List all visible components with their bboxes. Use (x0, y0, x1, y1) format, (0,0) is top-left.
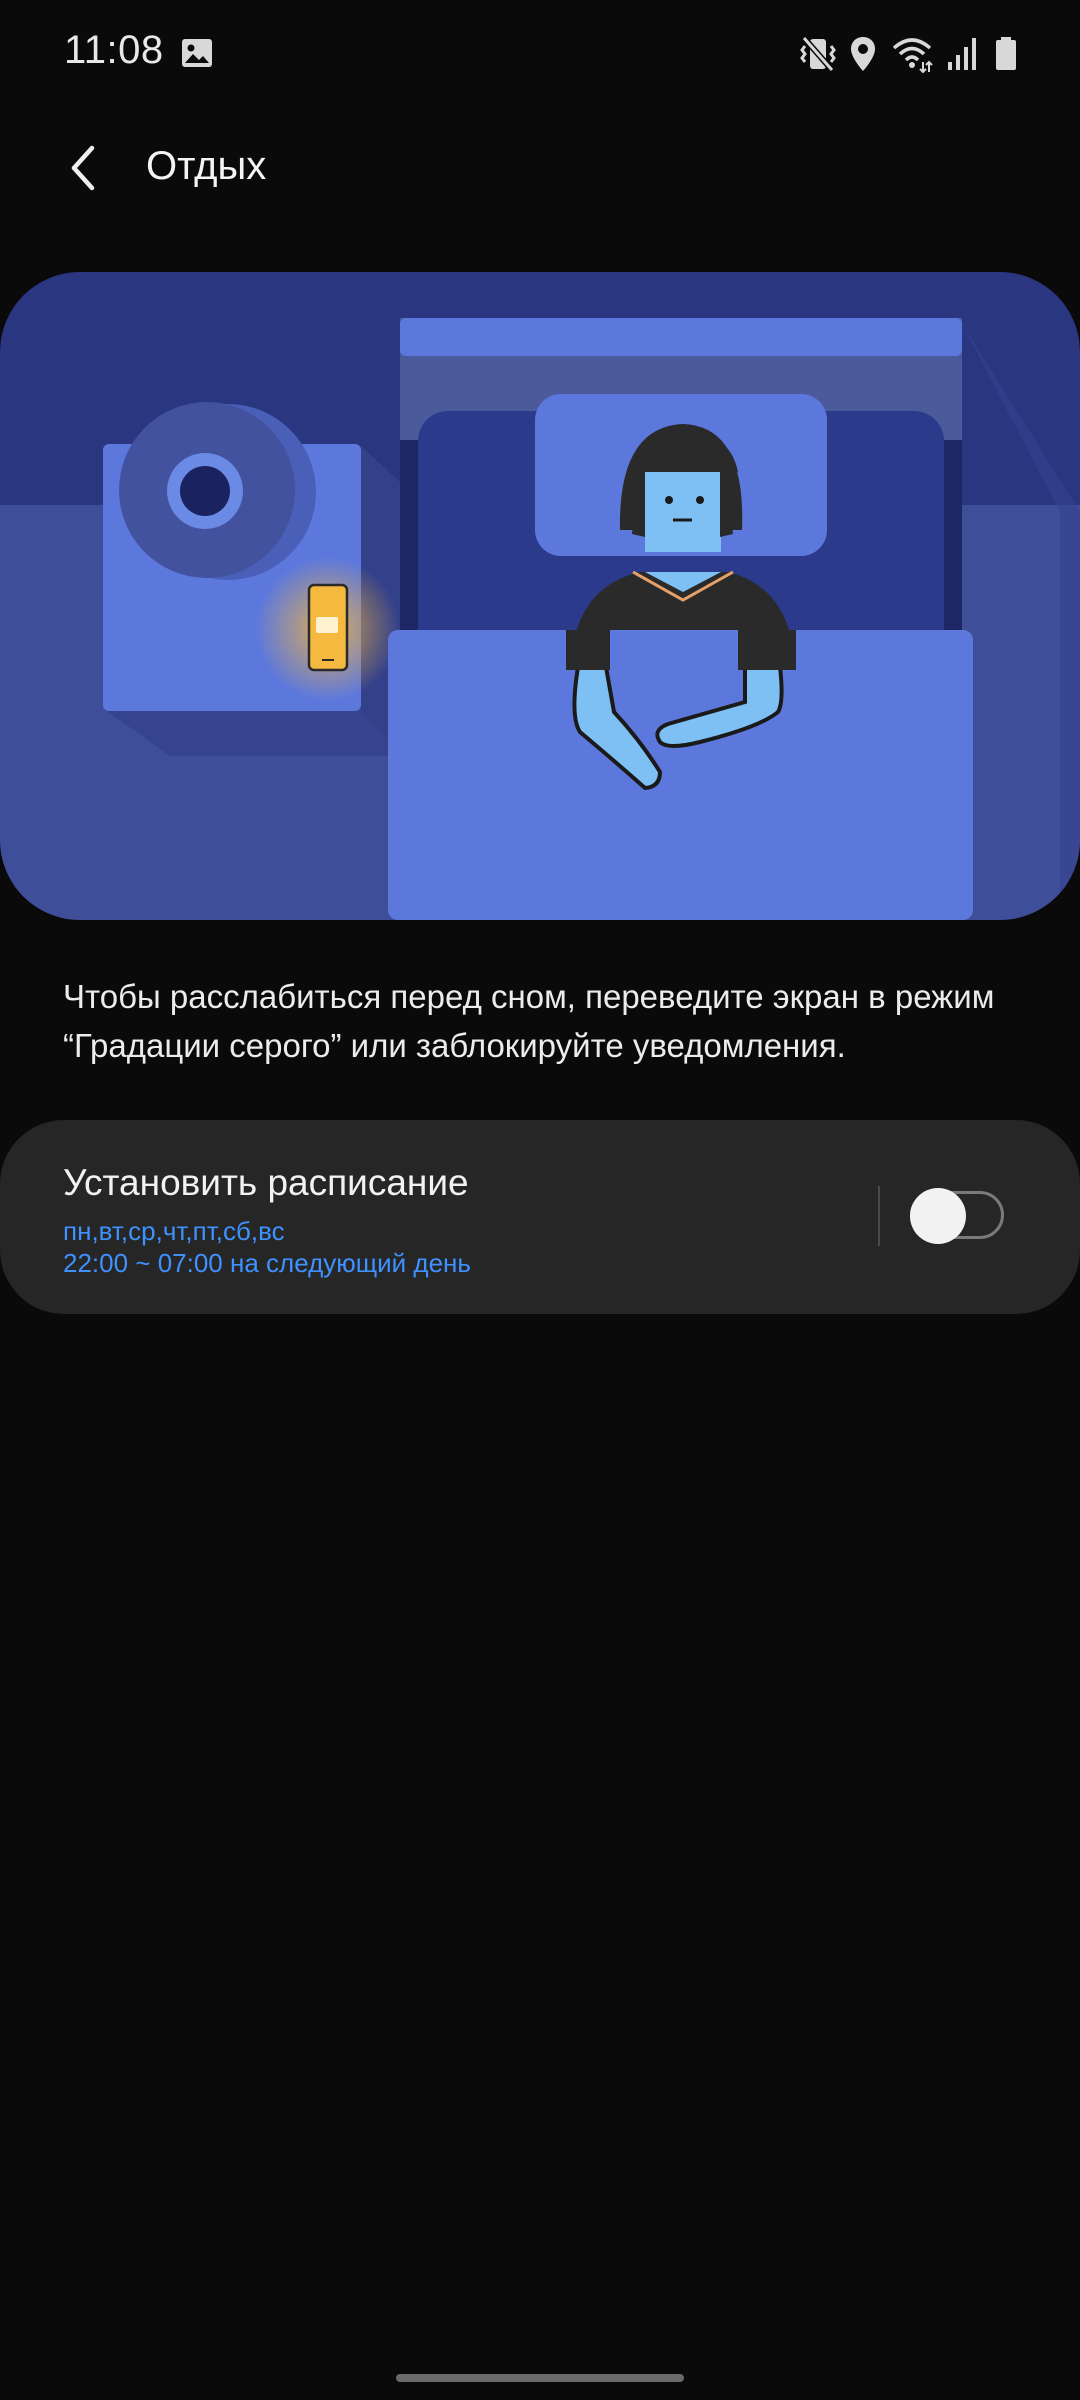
home-gesture-bar[interactable] (396, 2374, 684, 2382)
back-button[interactable] (44, 138, 124, 198)
schedule-title: Установить расписание (63, 1162, 469, 1203)
schedule-card[interactable]: Установить расписание пн,вт,ср,чт,пт,сб,… (0, 1120, 1080, 1314)
chevron-left-icon (71, 145, 95, 191)
schedule-time: 22:00 ~ 07:00 на следующий день (63, 1248, 471, 1278)
signal-icon (948, 38, 976, 70)
location-icon (851, 37, 875, 71)
description-text: Чтобы расслабиться перед сном, переведит… (63, 978, 995, 1064)
sleep-illustration (0, 272, 1080, 920)
battery-icon (996, 37, 1016, 70)
toggle-knob (910, 1188, 966, 1244)
divider (878, 1186, 880, 1246)
app-header: Отдых (0, 118, 1080, 218)
gallery-icon (182, 39, 212, 67)
wifi-icon (892, 38, 933, 74)
page-title: Отдых (146, 144, 267, 188)
status-icons (800, 32, 1020, 76)
status-bar: 11:08 (0, 0, 1080, 110)
schedule-days: пн,вт,ср,чт,пт,сб,вс (63, 1216, 285, 1246)
schedule-toggle[interactable] (910, 1188, 1008, 1244)
status-time: 11:08 (64, 28, 164, 72)
vibrate-icon (800, 36, 836, 72)
